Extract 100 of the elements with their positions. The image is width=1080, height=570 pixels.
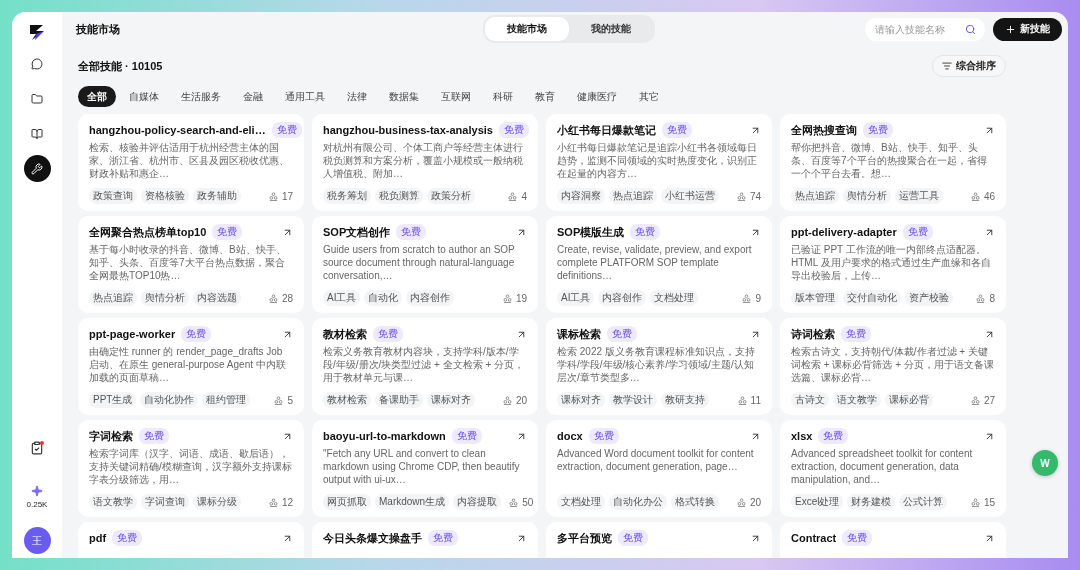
skill-title: xlsx [791,430,813,442]
people-icon [976,293,986,303]
skill-tag: 小红书运营 [661,188,719,204]
skill-title: 全网热搜查询 [791,122,857,138]
category-tab[interactable]: 自媒体 [120,86,168,107]
people-icon [970,191,980,201]
search-box[interactable]: 请输入技能名称 [865,17,985,41]
skill-tag: PPT生成 [89,392,137,408]
free-badge: 免费 [451,428,482,444]
skill-tag: 文档处理 [650,290,699,306]
skill-tag: 古诗文 [791,392,829,408]
usage-count: 9 [755,292,761,304]
skill-tag: AI工具 [557,290,595,306]
usage-count: 17 [281,190,293,202]
people-icon [509,497,519,507]
skill-card[interactable]: 小红书每日爆款笔记 免费 小红书每日爆款笔记是追踪小红书各领域每日趋势，监测不同领域的实时热度变化，识别正在起量的内容方… 内容洞察 热点追踪 小红书运营 74 [546,114,772,211]
skill-card[interactable]: 多平台预览 免费 [546,522,772,558]
skill-card[interactable]: 教材检索 免费 检索义务教育教材内容块，支持学科/版本/学段/年级/册次/块类型过滤 + 全文检索 + 分页，用于教材单元与课… 教材检索 备课助手 课标对齐 20 [312,318,538,415]
category-tab[interactable]: 教育 [526,86,564,107]
skill-card[interactable]: 课标检索 免费 检索 2022 版义务教育课程标准知识点，支持学科/学段/年级/核心素养/学习领域/主题/认知层次/章节类型多… 课标对齐 教学设计 教研支持 11 [546,318,772,415]
category-tab[interactable]: 金融 [234,86,272,107]
people-icon [736,497,746,507]
skill-card[interactable]: 全网热搜查询 免费 帮你把抖音、微博、B站、快手、知乎、头条、百度等7个平台的热搜聚合在一起，省得一个个平台去看。想… 热点追踪 舆情分析 运营工具 46 [780,114,1006,211]
skill-card[interactable]: pdf 免费 [78,522,304,558]
skill-title: ppt-page-worker [89,328,176,340]
free-badge: 免费 [841,326,871,342]
people-icon [970,497,980,507]
filter-icon [942,61,952,71]
skill-card[interactable]: 诗词检索 免费 检索古诗文，支持朝代/体裁/作者过滤 + 关键词检索 + 课标必背筛选 + 分页，用于语文备课选篇、课标必背… 古诗文 语文教学 课标必背 27 [780,318,1006,415]
skill-card[interactable]: 全网聚合热点榜单top10 免费 基于每小时收录的抖音、微博、B站、快手、知乎、头条、百度等7大平台热点数据，聚合全网最热TOP10热… 热点追踪 舆情分析 内容选题 28 [78,216,304,313]
usage-count: 19 [515,292,527,304]
skill-title: Contract [791,532,837,544]
skill-tag: 资产校验 [905,290,953,306]
category-tab[interactable]: 其它 [630,86,668,107]
skill-tag: 舆情分析 [843,188,891,204]
category-tab[interactable]: 数据集 [380,86,428,107]
category-tab[interactable]: 通用工具 [276,86,334,107]
skill-card[interactable]: 今日头条爆文操盘手 免费 [312,522,538,558]
category-tab[interactable]: 法律 [338,86,376,107]
skill-description: Advanced spreadsheet toolkit for content extraction, document generation, data manipulation, and… [791,447,974,487]
skill-description: 检索 2022 版义务教育课程标准知识点，支持学科/学段/年级/核心素养/学习领域/主题/认知层次/章节类型多… [557,345,756,385]
skill-tag: 备课助手 [375,392,423,408]
skill-title: hangzhou-policy-search-and-eli… [89,124,266,136]
new-skill-button[interactable]: 新技能 [993,17,1062,41]
skill-tag: Excel处理 [791,494,844,510]
folder-icon [31,92,43,105]
people-icon [502,293,512,303]
skill-title: docx [557,430,583,442]
skill-title: ppt-delivery-adapter [791,226,897,238]
skill-title: 诗词检索 [791,326,835,342]
usage-count: 15 [983,496,995,508]
book-icon [31,127,43,140]
skill-card[interactable]: docx 免费 Advanced Word document toolkit for content extraction, document generation, page… 文档处理 自动化办公 格式转换 20 [546,420,772,517]
skill-description: 已验证 PPT 工作流的唯一内部终点适配器。HTML 及用户要求的格式通过生产血缘和各自导出校验后，上传… [791,243,992,283]
free-badge: 免费 [842,530,873,546]
skill-card[interactable]: Contract 免费 [780,522,1006,558]
skill-card[interactable]: SOP文档创作 免费 Guide users from scratch to author an SOP source document through natural-language conversation,… AI工具 自动化 内容创作 19 [312,216,538,313]
skill-card[interactable]: baoyu-url-to-markdown 免费 "Fetch any URL and convert to clean markdown using Chrome CDP, then beautify output with ui-ux… 网页抓取 Markdown生成 内容提取 50 [312,420,538,517]
free-badge: 免费 [618,530,648,546]
segment-tab[interactable]: 技能市场 [485,17,569,41]
usage-count: 20 [749,496,761,508]
skill-title: 今日头条爆文操盘手 [323,530,422,546]
skill-card[interactable]: ppt-page-worker 免费 由确定性 runner 的 render_page_drafts Job 启动、在原生 general-purpose Agent 中内联加载的页面草稿… PPT生成 自动化协作 租约管理 5 [78,318,304,415]
skill-card[interactable]: 字词检索 免费 检索字词库（汉字、词语、成语、歇后语），支持关键词精确/模糊查询，汉字额外支持课标字表分级筛选，用… 语文教学 字词查询 课标分级 12 [78,420,304,517]
usage-count: 50 [522,496,534,508]
search-field[interactable]: 请输入技能名称 [873,22,965,36]
skill-tag: 交付自动化 [843,290,901,306]
people-icon [274,395,284,405]
skill-tag: 财务建模 [847,494,896,510]
section-title: 全部技能 · 10105 [78,58,163,74]
usage-count: 12 [281,496,293,508]
skill-tag: 运营工具 [895,188,943,204]
category-tab[interactable]: 科研 [484,86,522,107]
category-tab[interactable]: 互联网 [432,86,480,107]
skill-description: 对杭州有限公司、个体工商户等经营主体进行税负测算和方案分析，覆盖小规模或一般纳税人增值税、附加… [323,141,524,181]
category-tab[interactable]: 健康医疗 [568,86,626,107]
avatar[interactable]: 王 [23,527,51,554]
skill-card[interactable]: hangzhou-policy-search-and-eli… 免费 检索、核验并评估适用于杭州经营主体的国家、浙江省、杭州市、区县及园区税收优惠、财政补贴和惠企… 政策查询 资格核验 政务辅助 17 [78,114,304,211]
logo-icon [27,22,47,42]
people-icon [268,497,278,507]
sort-button[interactable]: 综合排序 [932,55,1006,77]
usage-count: 74 [749,190,761,202]
segment-tab[interactable]: 我的技能 [569,17,653,41]
skill-tag: 教材检索 [323,392,371,408]
skill-tag: 公式计算 [899,494,948,510]
usage-count: 46 [983,190,995,202]
category-tab[interactable]: 全部 [78,86,116,107]
clipboard-icon[interactable] [30,441,44,455]
skill-tag: Markdown生成 [375,494,450,510]
category-tab[interactable]: 生活服务 [172,86,230,107]
skill-description: Create, revise, validate, preview, and export complete PLATFORM SOP template definitions… [557,243,753,283]
skill-tag: 税务筹划 [323,188,371,204]
skill-card[interactable]: ppt-delivery-adapter 免费 已验证 PPT 工作流的唯一内部终点适配器。HTML 及用户要求的格式通过生产血缘和各自导出校验后，上传… 版本管理 交付自动化 资产校验 8 [780,216,1006,313]
skill-card[interactable]: xlsx 免费 Advanced spreadsheet toolkit for content extraction, document generation, data manipulation, and… Excel处理 财务建模 公式计算 15 [780,420,1006,517]
skill-tag: 内容创作 [406,290,455,306]
skill-card[interactable]: SOP模版生成 免费 Create, revise, validate, preview, and export complete PLATFORM SOP template definitions… AI工具 内容创作 文档处理 9 [546,216,772,313]
skill-tag: 自动化协作 [140,392,199,408]
skill-title: 多平台预览 [557,530,612,546]
skill-card[interactable]: hangzhou-business-tax-analysis 免费 对杭州有限公司、个体工商户等经营主体进行税负测算和方案分析，覆盖小规模或一般纳税人增值税、附加… 税务筹划 税负测算 政策分析 4 [312,114,538,211]
sidebar-button[interactable] [23,155,51,182]
